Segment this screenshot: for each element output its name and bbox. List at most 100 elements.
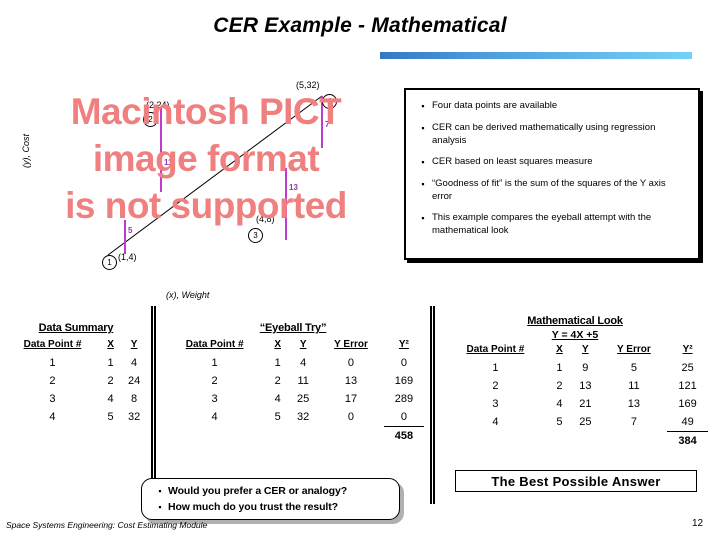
cell-ysquared: 0 (383, 408, 424, 427)
callout-text: How much do you trust the result? (168, 501, 338, 513)
bullet-box: ▪ Four data points are available ▪ CER c… (404, 88, 700, 260)
cell-x: 2 (107, 375, 114, 387)
table-header-row: Data Point # X Y (4, 339, 148, 354)
table-header-row: Data Point # X Y Y Error Y² (442, 344, 708, 359)
table-total-row: 384 (442, 432, 708, 451)
table-row: 1 1 4 0 0 (162, 354, 424, 372)
cell-y: 25 (579, 416, 592, 429)
cell-yerror: 0 (347, 411, 355, 424)
table-row: 2 2 13 11 121 (442, 377, 708, 395)
bullet-marker-icon: ▪ (421, 123, 425, 133)
table-row: 4 5 25 7 49 (442, 413, 708, 432)
cell-x: 4 (274, 393, 281, 405)
cell-x: 1 (107, 357, 114, 369)
cell-y: 4 (131, 357, 138, 369)
cell-x: 5 (556, 416, 563, 429)
best-answer-box: The Best Possible Answer (455, 470, 697, 492)
cell-spacer (549, 432, 570, 451)
cell-ysquared: 49 (667, 413, 708, 432)
column-header-y: Y (582, 344, 589, 355)
cell-ysquared: 169 (394, 375, 414, 387)
column-header-x: X (556, 344, 563, 355)
cell-datapoint: 3 (211, 393, 218, 405)
callout-item: ▪ Would you prefer a CER or analogy? (152, 484, 393, 498)
chart-x-axis-label: (x), Weight (166, 290, 210, 300)
cell-spacer (162, 427, 267, 446)
cell-ysquared: 169 (678, 398, 697, 410)
page-number: 12 (692, 518, 704, 529)
cell-datapoint: 3 (492, 398, 499, 410)
cell-yerror: 17 (344, 393, 358, 405)
point-label-1: (1,4) (118, 252, 137, 262)
cell-spacer (267, 427, 288, 446)
point-marker-1: 1 (102, 255, 117, 270)
bullet-text: CER can be derived mathematically using … (432, 122, 656, 146)
cell-datapoint: 1 (492, 362, 499, 374)
cell-spacer (570, 432, 601, 451)
bullet-text: This example compares the eyeball attemp… (432, 212, 652, 236)
cell-total-sum: 458 (394, 430, 414, 442)
footer-text: Space Systems Engineering: Cost Estimati… (6, 520, 208, 530)
table-row: 4 5 32 (4, 408, 148, 426)
cell-yerror: 5 (630, 362, 637, 374)
column-header-datapoint: Data Point # (185, 339, 244, 350)
column-header-ysquared: Y² (398, 339, 409, 350)
column-header-y: Y (130, 339, 138, 350)
cell-yerror: 13 (627, 398, 641, 410)
cell-spacer (442, 432, 549, 451)
bullet-marker-icon: ▪ (421, 101, 425, 111)
cell-x: 1 (274, 357, 281, 369)
callout-marker-icon: ▪ (158, 486, 162, 496)
bullet-text: Four data points are available (432, 100, 558, 111)
cell-yerror: 0 (347, 357, 355, 369)
table-row: 2 2 24 (4, 372, 148, 390)
cell-x: 4 (556, 398, 563, 410)
table-title: Data Summary (38, 322, 114, 334)
callout-text: Would you prefer a CER or analogy? (168, 485, 348, 497)
pict-line-3: is not supported (65, 185, 347, 226)
cell-datapoint: 1 (211, 357, 218, 369)
table-row: 3 4 8 (4, 390, 148, 408)
cell-x: 5 (274, 411, 281, 424)
callout-item: ▪ How much do you trust the result? (152, 500, 393, 514)
column-header-yerror: Y Error (617, 344, 651, 355)
column-header-datapoint: Data Point # (466, 344, 525, 355)
callout-marker-icon: ▪ (158, 502, 162, 512)
table-row: 1 1 9 5 25 (442, 359, 708, 377)
divider-right (430, 306, 435, 504)
column-header-x: X (274, 339, 282, 350)
column-header-yerror: Y Error (334, 339, 368, 350)
cell-spacer (318, 427, 384, 446)
cell-ysquared: 121 (678, 380, 697, 392)
cell-x: 1 (556, 362, 563, 374)
pict-placeholder-text: Macintosh PICT image format is not suppo… (14, 88, 398, 229)
bullet-marker-icon: ▪ (421, 213, 425, 223)
cell-y: 11 (297, 375, 309, 387)
table-title: “Eyeball Try” (259, 322, 327, 334)
cell-datapoint: 2 (211, 375, 218, 387)
cell-spacer (288, 427, 318, 446)
cell-datapoint: 2 (492, 380, 499, 392)
question-callout: ▪ Would you prefer a CER or analogy? ▪ H… (141, 478, 400, 520)
table-header-row: Data Point # X Y Y Error Y² (162, 339, 424, 354)
cell-datapoint: 4 (492, 416, 499, 429)
bullet-marker-icon: ▪ (421, 157, 425, 167)
cell-y: 32 (127, 411, 141, 423)
cell-y: 24 (127, 375, 141, 387)
cell-ysquared: 289 (394, 393, 414, 405)
cell-datapoint: 4 (49, 411, 56, 423)
cell-y: 8 (131, 393, 138, 405)
bullet-list: ▪ Four data points are available ▪ CER c… (406, 90, 698, 237)
cell-yerror: 7 (630, 416, 637, 429)
bullet-marker-icon: ▪ (421, 179, 425, 189)
table-row: 3 4 21 13 169 (442, 395, 708, 413)
slide-canvas: CER Example - Mathematical (y), Cost (x)… (0, 0, 720, 540)
cell-datapoint: 4 (211, 411, 218, 424)
table-data-summary: Data Summary Data Point # X Y 1 1 4 2 2 (4, 322, 148, 426)
cell-y: 25 (297, 393, 310, 405)
column-header-y: Y (299, 339, 307, 350)
table-row: 2 2 11 13 169 (162, 372, 424, 390)
cell-y: 13 (579, 380, 592, 392)
table-row: 1 1 4 (4, 354, 148, 372)
cell-y: 9 (582, 362, 589, 374)
